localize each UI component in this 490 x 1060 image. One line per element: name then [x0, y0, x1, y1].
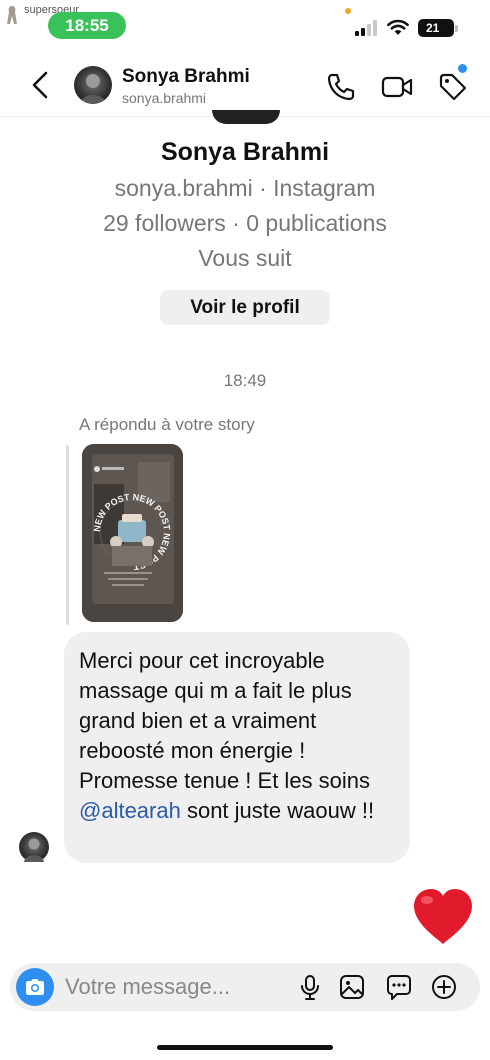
watermark-logo: [7, 6, 17, 24]
battery-tip: [455, 25, 458, 32]
profile-stats: 29 followers · 0 publications: [103, 210, 387, 236]
story-thumbnail[interactable]: NEW POST NEW POST NEW POST: [82, 444, 183, 622]
message-input[interactable]: [65, 971, 285, 1003]
battery-icon: 21: [418, 19, 454, 37]
phone-icon[interactable]: [324, 70, 358, 104]
home-indicator: [157, 1045, 333, 1050]
header-name[interactable]: Sonya Brahmi: [122, 66, 250, 88]
status-bar: supersoeur oo 18:55 21: [0, 0, 490, 44]
follow-status: Vous suit: [198, 245, 292, 271]
battery-level: 21: [426, 21, 440, 35]
sender-avatar-photo: [24, 838, 44, 862]
camera-icon: [26, 979, 44, 995]
gallery-icon[interactable]: [337, 972, 367, 1002]
avatar-photo: [80, 74, 106, 104]
message-mention-link[interactable]: @altearah: [79, 798, 181, 823]
message-text-end: sont juste waouw !!: [180, 798, 375, 823]
video-icon[interactable]: [380, 70, 414, 104]
sender-avatar[interactable]: [19, 832, 49, 862]
story-reply-line: [66, 445, 69, 625]
story-thumbnail-image: NEW POST NEW POST NEW POST: [82, 444, 183, 622]
profile-source: sonya.brahmi · Instagram: [114, 175, 376, 201]
story-reply-caption: A répondu à votre story: [79, 415, 255, 434]
view-profile-button[interactable]: Voir le profil: [160, 290, 330, 325]
wifi-icon: [387, 19, 409, 35]
heart-emoji[interactable]: [410, 884, 476, 950]
header-avatar[interactable]: [74, 66, 112, 104]
notification-dot: [458, 64, 467, 73]
tag-icon[interactable]: [436, 70, 470, 104]
add-icon[interactable]: [429, 972, 459, 1002]
message-timestamp: 18:49: [223, 371, 267, 390]
header-username[interactable]: sonya.brahmi: [122, 90, 206, 106]
sticker-icon[interactable]: [384, 972, 414, 1002]
cellular-signal-icon: [355, 20, 377, 36]
privacy-indicator-dot: [345, 8, 351, 14]
message-bubble[interactable]: Merci pour cet incroyable massage qui m …: [64, 632, 410, 863]
profile-name: Sonya Brahmi: [160, 138, 330, 166]
back-chevron-icon[interactable]: [28, 70, 52, 100]
status-time: 18:55: [48, 12, 126, 39]
message-text-start: Merci pour cet incroyable massage qui m …: [79, 648, 371, 793]
microphone-icon[interactable]: [295, 972, 325, 1002]
camera-button[interactable]: [16, 968, 54, 1006]
chat-header: Sonya Brahmi sonya.brahmi: [0, 58, 490, 116]
status-time-text: 18:55: [65, 15, 109, 35]
view-profile-label: Voir le profil: [190, 296, 300, 318]
message-composer: [10, 963, 480, 1011]
profile-avatar-peek: [212, 110, 280, 124]
